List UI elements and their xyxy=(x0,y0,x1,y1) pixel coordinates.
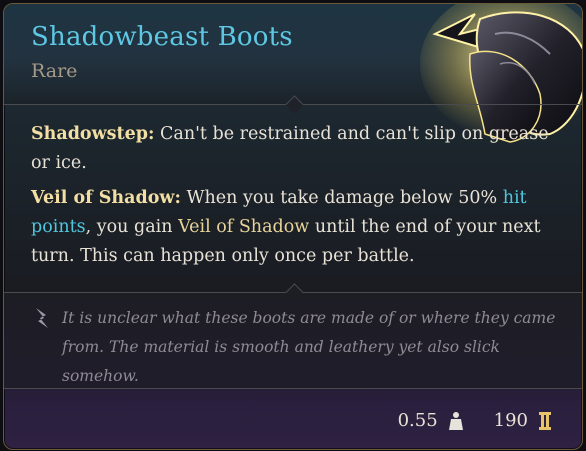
passive-text-veil-1: When you take damage below 50% xyxy=(186,188,498,208)
passive-descriptions: Shadowstep: Can't be restrained and can'… xyxy=(31,120,551,277)
passive-veil-of-shadow: Veil of Shadow: When you take damage bel… xyxy=(31,184,551,271)
passive-shadowstep: Shadowstep: Can't be restrained and can'… xyxy=(31,120,551,178)
item-value: 190 xyxy=(493,410,528,431)
weight-icon xyxy=(448,411,463,430)
veil-of-shadow-condition-link[interactable]: Veil of Shadow xyxy=(178,217,309,237)
item-footer: 0.55 190 xyxy=(398,410,552,431)
item-tooltip: Shadowbeast Boots Rare Shadowstep: Can't… xyxy=(3,3,583,450)
passive-label-veil: Veil of Shadow: xyxy=(31,188,181,208)
lore-text: It is unclear what these boots are made … xyxy=(62,309,556,385)
item-weight: 0.55 xyxy=(397,410,438,431)
passive-label-shadowstep: Shadowstep: xyxy=(31,124,155,144)
item-name: Shadowbeast Boots xyxy=(31,22,293,52)
item-rarity: Rare xyxy=(31,60,78,82)
quill-icon xyxy=(36,308,48,328)
passive-text-veil-2: , you gain xyxy=(85,217,173,237)
footer-divider xyxy=(4,388,582,389)
gold-coin-icon xyxy=(539,411,551,430)
